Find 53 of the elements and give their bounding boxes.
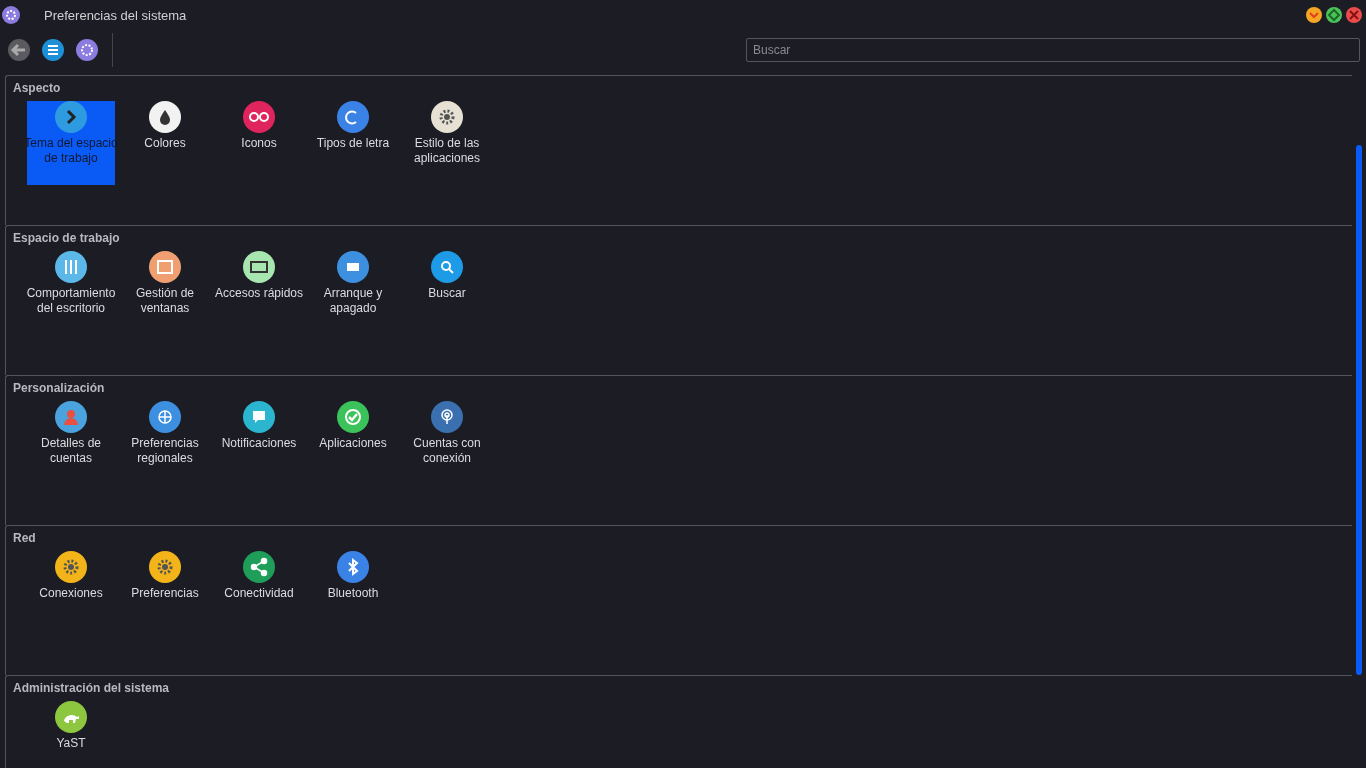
menu-button[interactable]	[42, 39, 64, 61]
settings-icon	[55, 401, 87, 433]
settings-item[interactable]: Bluetooth	[309, 551, 397, 635]
settings-icon	[55, 251, 87, 283]
settings-item[interactable]: Notificaciones	[215, 401, 303, 485]
section-title: Red	[13, 531, 37, 547]
settings-icon	[149, 551, 181, 583]
window-title: Preferencias del sistema	[44, 7, 188, 23]
settings-icon	[149, 401, 181, 433]
minimize-button[interactable]	[1306, 7, 1322, 23]
settings-icon	[337, 551, 369, 583]
settings-icon	[243, 101, 275, 133]
gear-icon	[2, 6, 20, 24]
settings-button[interactable]	[76, 39, 98, 61]
search-field[interactable]: Buscar	[746, 38, 1360, 62]
settings-icon	[55, 551, 87, 583]
maximize-button[interactable]	[1326, 7, 1342, 23]
settings-item[interactable]: Estilo de las aplicaciones	[403, 101, 491, 185]
settings-icon	[243, 401, 275, 433]
settings-item[interactable]: Iconos	[215, 101, 303, 185]
settings-item[interactable]: Aplicaciones	[309, 401, 397, 485]
section-title: Aspecto	[13, 81, 62, 97]
settings-item[interactable]: Arranque y apagado	[309, 251, 397, 335]
section-title: Administración del sistema	[13, 681, 171, 697]
settings-item[interactable]: Conexiones	[27, 551, 115, 635]
settings-item[interactable]: Gestión de ventanas	[121, 251, 209, 335]
settings-item[interactable]: Colores	[121, 101, 209, 185]
settings-icon	[431, 251, 463, 283]
settings-icon	[431, 101, 463, 133]
settings-item[interactable]: Preferencias	[121, 551, 209, 635]
close-button[interactable]	[1346, 7, 1362, 23]
scrollbar-thumb[interactable]	[1356, 145, 1362, 675]
settings-icon	[149, 251, 181, 283]
settings-item[interactable]: Cuentas con conexión	[403, 401, 491, 485]
settings-item[interactable]: Conectividad	[215, 551, 303, 635]
settings-icon	[337, 401, 369, 433]
section-title: Espacio de trabajo	[13, 231, 121, 247]
settings-icon	[431, 401, 463, 433]
settings-item[interactable]: Tipos de letra	[309, 101, 397, 185]
section-title: Personalización	[13, 381, 106, 397]
back-button[interactable]	[8, 39, 30, 61]
settings-icon	[243, 251, 275, 283]
settings-icon	[149, 101, 181, 133]
settings-item[interactable]: Detalles de cuentas	[27, 401, 115, 485]
settings-item[interactable]: Accesos rápidos	[215, 251, 303, 335]
settings-icon	[243, 551, 275, 583]
settings-icon	[337, 101, 369, 133]
settings-item[interactable]: YaST	[27, 701, 115, 768]
settings-item[interactable]: Preferencias regionales	[121, 401, 209, 485]
settings-icon	[55, 701, 87, 733]
settings-item[interactable]: Buscar	[403, 251, 491, 335]
settings-item[interactable]: Comportamiento del escritorio	[27, 251, 115, 335]
settings-icon	[337, 251, 369, 283]
